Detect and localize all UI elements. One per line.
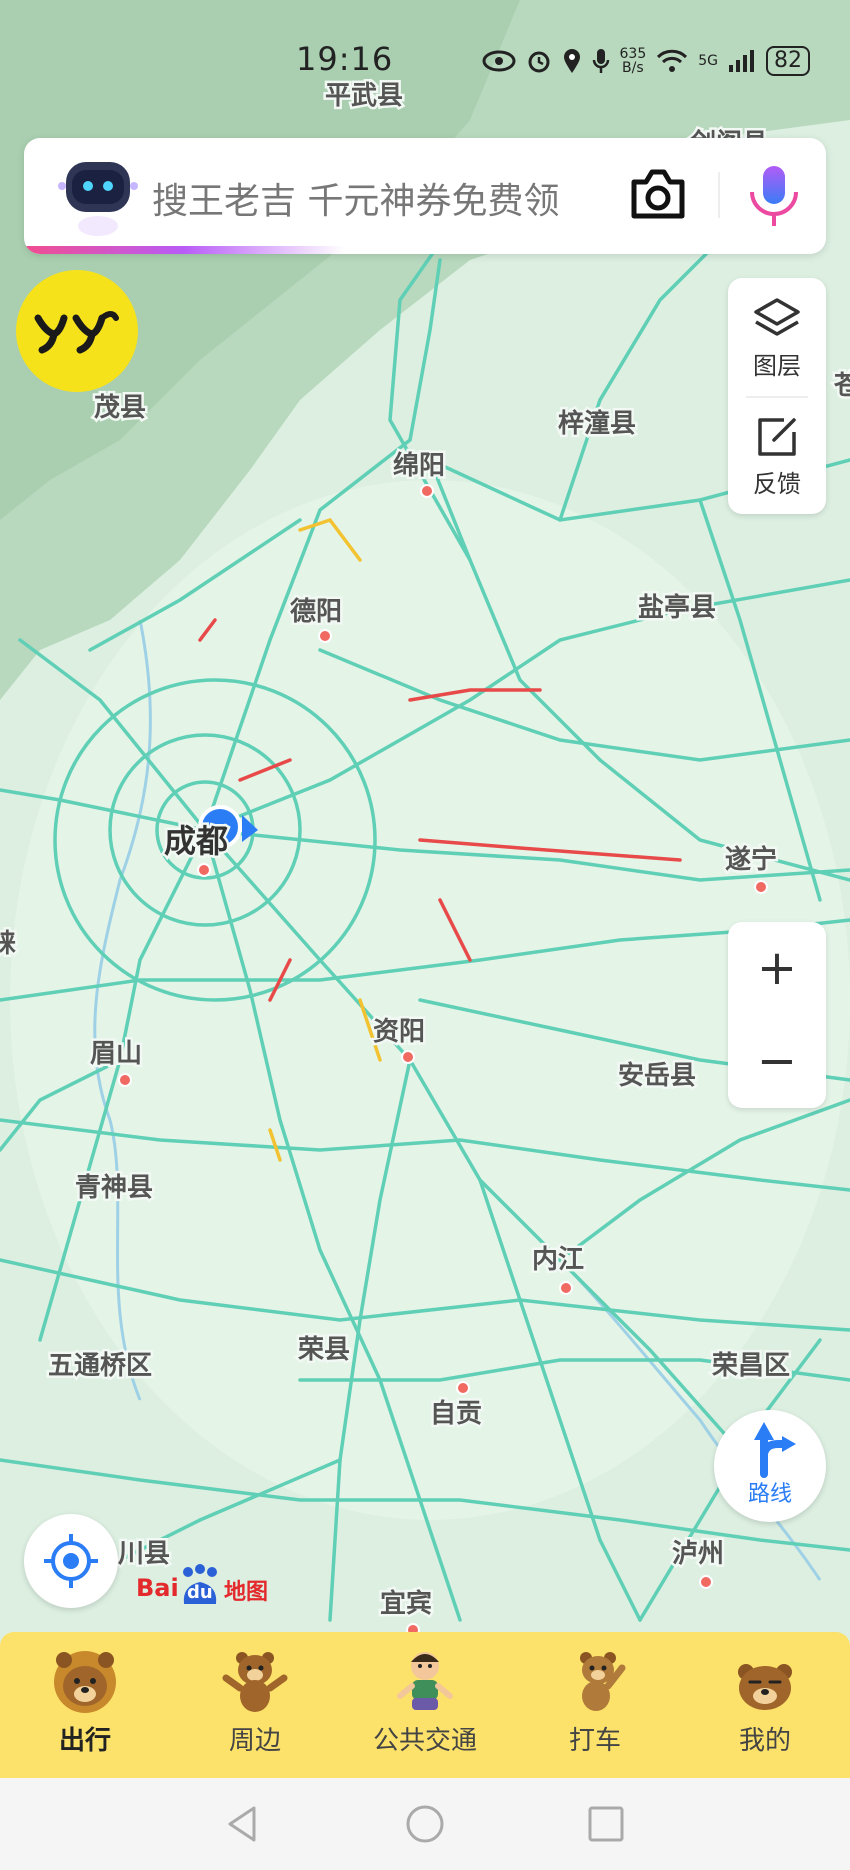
feedback-label: 反馈 xyxy=(753,470,801,498)
map-label-zitong: 梓潼县 xyxy=(558,408,636,439)
bottom-nav: 出行 周边 公共交通 打车 我的 xyxy=(0,1632,850,1778)
panel-divider xyxy=(746,396,808,398)
boy-transit-icon xyxy=(397,1652,453,1710)
yy-badge[interactable] xyxy=(16,270,138,392)
layers-button[interactable]: 图层 xyxy=(728,296,826,381)
system-nav-bar xyxy=(0,1778,850,1870)
nav-label-profile: 我的 xyxy=(738,1726,791,1756)
zoom-controls: + − xyxy=(728,922,826,1108)
net-speed-value: 635 xyxy=(619,46,647,62)
map-label-chengdu: 成都 xyxy=(164,822,228,860)
wifi-icon xyxy=(657,49,688,72)
status-icons: 635 B/s 5G 82 xyxy=(482,46,810,76)
route-arrow-icon xyxy=(754,1422,796,1478)
search-divider xyxy=(718,172,720,218)
net-speed: 635 B/s xyxy=(620,47,647,75)
map-label-suining: 遂宁 xyxy=(725,844,777,875)
search-input[interactable]: 搜王老吉 千元神券免费领 xyxy=(152,172,559,224)
layers-icon xyxy=(754,298,800,336)
search-bar[interactable]: 搜王老吉 千元神券免费领 xyxy=(24,138,826,254)
map-label-qingshen: 青神县 xyxy=(75,1173,153,1203)
map-label-ziyang: 资阳 xyxy=(373,1017,425,1047)
battery-icon: 82 xyxy=(766,46,810,76)
back-icon[interactable] xyxy=(224,1804,264,1844)
bear-travel-icon xyxy=(54,1651,116,1713)
bear-taxi-icon xyxy=(580,1652,626,1711)
nav-tab-profile[interactable]: 我的 xyxy=(680,1632,850,1778)
camera-icon[interactable] xyxy=(628,166,688,222)
robot-assistant-icon[interactable] xyxy=(58,152,138,236)
map-label-deyang: 德阳 xyxy=(290,597,342,627)
map-label-meishan: 眉山 xyxy=(90,1039,142,1069)
yy-logo-icon xyxy=(34,311,119,354)
route-button[interactable]: 路线 xyxy=(714,1410,826,1522)
baidu-logo-map: 地图 xyxy=(224,1580,269,1605)
nav-label-nearby: 周边 xyxy=(228,1726,281,1756)
signal-icon xyxy=(729,50,754,72)
nav-tab-transit[interactable]: 公共交通 xyxy=(340,1632,510,1778)
map-label-neijiang: 内江 xyxy=(532,1245,584,1275)
map-label-rongxian: 荣县 xyxy=(298,1335,350,1365)
mic-icon xyxy=(592,49,609,73)
crosshair-icon xyxy=(44,1534,98,1588)
zoom-in-button[interactable]: + xyxy=(728,922,826,1015)
eye-icon xyxy=(482,50,515,72)
alarm-icon xyxy=(528,51,549,73)
layers-label: 图层 xyxy=(753,352,801,380)
nav-label-transit: 公共交通 xyxy=(372,1726,477,1756)
nav-label-travel: 出行 xyxy=(58,1726,111,1756)
map-label-edge-left: 崃 xyxy=(0,929,16,959)
route-label: 路线 xyxy=(747,1482,792,1507)
bear-nearby-icon xyxy=(222,1652,288,1712)
map-label-wutongqiao: 五通桥区 xyxy=(48,1351,152,1381)
voice-search-mic-icon[interactable] xyxy=(746,164,802,230)
network-type: 5G xyxy=(698,53,718,69)
bear-profile-icon xyxy=(738,1664,792,1710)
zoom-out-button[interactable]: − xyxy=(728,1015,826,1108)
map-label-edge-right: 苍 xyxy=(833,371,850,401)
map-tools-panel: 图层 反馈 xyxy=(728,278,826,514)
map-label-maoxian: 茂县 xyxy=(94,393,146,423)
map-label-yibin: 宜宾 xyxy=(380,1588,432,1619)
map-label-mianyang: 绵阳 xyxy=(393,450,445,481)
home-icon[interactable] xyxy=(405,1804,445,1844)
status-time: 19:16 xyxy=(296,40,394,78)
map-label-yanting: 盐亭县 xyxy=(638,592,716,623)
search-gradient-strip xyxy=(24,246,344,254)
map-label-anyue: 安岳县 xyxy=(618,1061,696,1091)
nav-tab-travel[interactable]: 出行 xyxy=(0,1632,170,1778)
map-label-luzhou: 泸州 xyxy=(672,1539,724,1569)
recents-icon[interactable] xyxy=(586,1804,626,1844)
baidu-map-logo: Bai du 地图 xyxy=(136,1564,276,1608)
map-label-pingwu: 平武县 xyxy=(325,81,403,111)
baidu-logo-du: du xyxy=(187,1582,213,1603)
nav-label-taxi: 打车 xyxy=(568,1726,621,1756)
location-icon xyxy=(563,49,580,73)
nav-tab-taxi[interactable]: 打车 xyxy=(510,1632,680,1778)
nav-tab-nearby[interactable]: 周边 xyxy=(170,1632,340,1778)
feedback-button[interactable]: 反馈 xyxy=(728,414,826,499)
locate-me-button[interactable] xyxy=(24,1514,118,1608)
status-bar: 19:16 635 B/s 5G 82 xyxy=(0,40,850,80)
feedback-edit-icon xyxy=(758,418,796,456)
map-label-zigong: 自贡 xyxy=(430,1398,482,1429)
map-label-rongchang: 荣昌区 xyxy=(712,1351,790,1381)
baidu-logo-bai: Bai xyxy=(136,1574,179,1602)
net-speed-unit: B/s xyxy=(622,60,644,76)
